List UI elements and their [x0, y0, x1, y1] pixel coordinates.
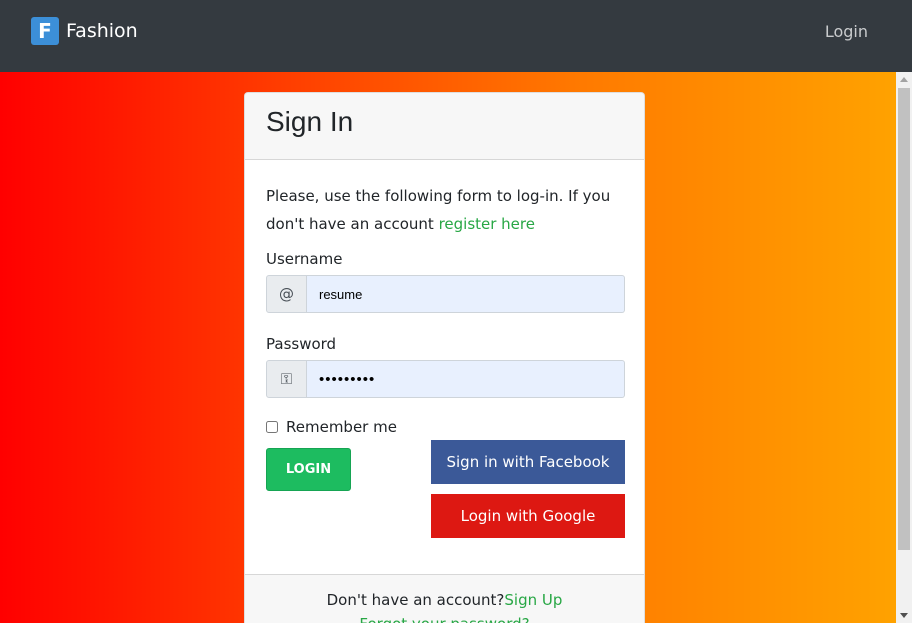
page-title: Sign In: [266, 106, 354, 137]
username-label: Username: [266, 250, 343, 268]
scroll-down-icon[interactable]: [900, 613, 908, 618]
brand-logo-icon: F: [31, 17, 59, 45]
forgot-row: Forgot your password?: [245, 615, 644, 623]
brand-name: Fashion: [66, 20, 138, 42]
google-login-button[interactable]: Login with Google: [431, 494, 625, 538]
page-scrollbar[interactable]: [896, 72, 912, 623]
gradient-background: Sign In Please, use the following form t…: [0, 72, 896, 623]
at-icon: @: [266, 275, 307, 313]
password-group: ⚿ •••••••••: [266, 360, 625, 398]
register-link[interactable]: register here: [439, 215, 535, 233]
signup-link[interactable]: Sign Up: [504, 591, 562, 609]
brand[interactable]: F Fashion: [31, 17, 138, 45]
password-input[interactable]: •••••••••: [307, 360, 625, 398]
scroll-up-icon[interactable]: [900, 77, 908, 82]
card-header: Sign In: [245, 93, 644, 160]
username-input[interactable]: [307, 275, 625, 313]
remember-row: Remember me: [266, 418, 623, 436]
password-label: Password: [266, 335, 337, 353]
forgot-password-link[interactable]: Forgot your password?: [359, 615, 529, 623]
username-group: @: [266, 275, 625, 313]
remember-label: Remember me: [286, 418, 397, 436]
remember-checkbox[interactable]: [266, 421, 278, 433]
signin-card: Sign In Please, use the following form t…: [244, 92, 645, 623]
nav-login-link[interactable]: Login: [825, 22, 868, 41]
signup-prompt-text: Don't have an account?: [326, 591, 505, 609]
card-body: Please, use the following form to log-in…: [245, 160, 644, 574]
key-icon: ⚿: [266, 360, 307, 398]
scroll-thumb[interactable]: [898, 88, 910, 550]
top-navbar: F Fashion Login: [0, 0, 912, 72]
card-footer: Don't have an account?Sign Up Forgot you…: [245, 574, 644, 623]
login-button[interactable]: LOGIN: [266, 448, 351, 491]
facebook-signin-button[interactable]: Sign in with Facebook: [431, 440, 625, 484]
intro-text: Please, use the following form to log-in…: [266, 182, 611, 238]
signup-prompt: Don't have an account?Sign Up: [245, 591, 644, 609]
